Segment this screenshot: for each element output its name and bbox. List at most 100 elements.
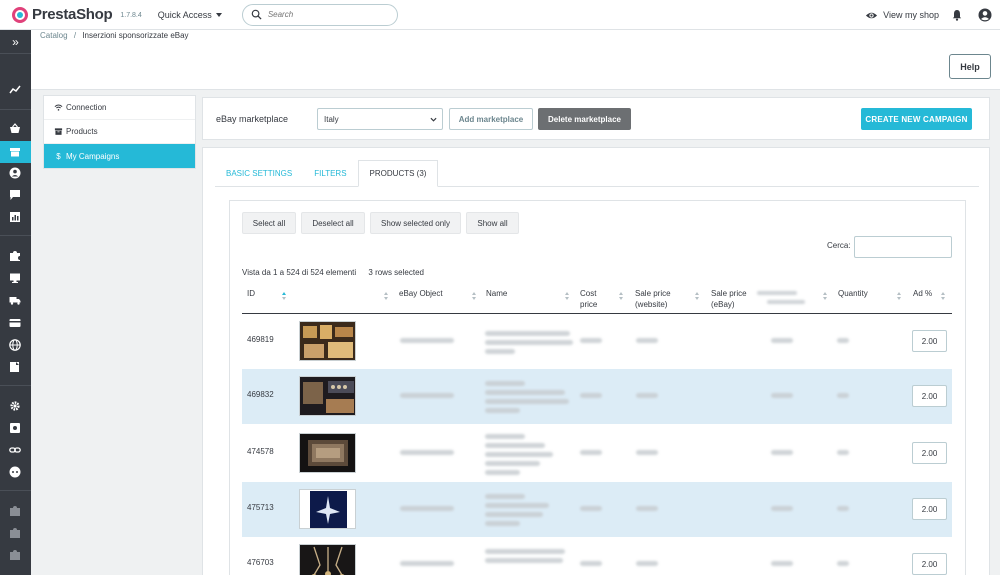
redacted-cost — [580, 338, 602, 343]
table-row[interactable]: 469819 2.00 — [242, 314, 952, 369]
redacted-name — [485, 434, 525, 439]
product-thumbnail — [299, 489, 356, 529]
table-info: Vista da 1 a 524 di 524 elementi 3 rows … — [242, 268, 434, 277]
show-all-button[interactable]: Show all — [466, 212, 519, 234]
version-label: 1.7.8.4 — [120, 12, 142, 19]
marketplace-select[interactable]: Italy — [317, 108, 443, 130]
col-ebay-object[interactable]: eBay Object — [399, 288, 443, 299]
sort-icon[interactable] — [472, 292, 477, 300]
row-id: 476703 — [247, 558, 274, 567]
messages-icon[interactable] — [9, 189, 21, 201]
gamepad-icon[interactable] — [9, 466, 21, 478]
sort-icon[interactable] — [695, 292, 700, 300]
products-panel: Select all Deselect all Show selected on… — [229, 200, 966, 575]
ad-percent-input[interactable]: 2.00 — [912, 498, 947, 520]
sort-icon[interactable] — [619, 292, 624, 300]
redacted-sale-web — [636, 338, 658, 343]
ad-percent-input[interactable]: 2.00 — [912, 330, 947, 352]
delete-marketplace-button[interactable]: Delete marketplace — [538, 108, 631, 130]
product-thumbnail — [299, 433, 356, 473]
sort-icon[interactable] — [384, 292, 389, 300]
redacted-name — [485, 399, 569, 404]
catalog-store-icon[interactable] — [9, 146, 21, 158]
col-name[interactable]: Name — [486, 288, 507, 299]
modules-puzzle-icon[interactable] — [9, 250, 21, 262]
ad-percent-input[interactable]: 2.00 — [912, 385, 947, 407]
menu-item-my-campaigns[interactable]: $ My Campaigns — [44, 144, 195, 168]
payment-card-icon[interactable] — [9, 317, 21, 329]
table-row[interactable]: 476703 2.00 — [242, 537, 952, 575]
help-button[interactable]: Help — [949, 54, 991, 79]
select-all-button[interactable]: Select all — [242, 212, 296, 234]
sort-icon[interactable] — [941, 292, 946, 300]
col-sale-price-ebay[interactable]: Sale price (eBay) — [711, 288, 747, 310]
tab-basic-settings[interactable]: BASIC SETTINGS — [215, 160, 303, 187]
ad-percent-input[interactable]: 2.00 — [912, 553, 947, 575]
sort-icon[interactable] — [897, 292, 902, 300]
table-row[interactable]: 469832 2.00 — [242, 369, 952, 424]
redacted-cost — [580, 506, 602, 511]
settings-gear-icon[interactable] — [9, 400, 21, 412]
table-row[interactable]: 475713 2.00 — [242, 482, 952, 537]
redacted-quantity — [837, 450, 849, 455]
ad-percent-input[interactable]: 2.00 — [912, 442, 947, 464]
marketplace-tag-icon[interactable] — [9, 361, 21, 373]
logo-text: PrestaShop — [32, 6, 113, 23]
table-header: ID eBay Object Name Cost price Sale pric… — [242, 282, 952, 314]
row-id: 469832 — [247, 390, 274, 399]
link-icon[interactable] — [9, 444, 21, 456]
menu-item-products[interactable]: Products — [44, 120, 195, 144]
orders-basket-icon[interactable] — [9, 123, 21, 135]
tab-products[interactable]: PRODUCTS (3) — [357, 160, 439, 187]
search-box[interactable] — [241, 3, 398, 26]
quick-access-dropdown[interactable]: Quick Access — [158, 10, 222, 20]
redacted-sale-web — [636, 506, 658, 511]
view-shop-link[interactable]: View my shop — [865, 9, 939, 22]
col-sale-price-website[interactable]: Sale price (website) — [635, 288, 671, 310]
redacted-sale-web — [636, 393, 658, 398]
international-globe-icon[interactable] — [9, 339, 21, 351]
redacted-ebay-object — [400, 338, 454, 343]
redacted-sale-ebay — [771, 338, 793, 343]
advanced-parameters-icon[interactable] — [9, 422, 21, 434]
redacted-name — [485, 349, 515, 354]
redacted-header — [767, 300, 805, 304]
dashboard-trend-icon[interactable] — [9, 84, 21, 96]
col-quantity[interactable]: Quantity — [838, 288, 868, 299]
create-campaign-button[interactable]: CREATE NEW CAMPAIGN — [861, 108, 972, 130]
module-side-menu: Connection Products $ My Campaigns — [43, 95, 196, 169]
breadcrumb-catalog-link[interactable]: Catalog — [40, 31, 68, 40]
redacted-sale-web — [636, 450, 658, 455]
sort-icon[interactable] — [823, 292, 828, 300]
col-ad-percent[interactable]: Ad % — [913, 288, 932, 299]
stats-icon[interactable] — [9, 211, 21, 223]
shipping-truck-icon[interactable] — [9, 294, 21, 306]
col-cost-price[interactable]: Cost price — [580, 288, 597, 310]
add-marketplace-button[interactable]: Add marketplace — [449, 108, 533, 130]
table-search-input[interactable] — [854, 236, 952, 258]
customers-icon[interactable] — [9, 167, 21, 179]
redacted-cost — [580, 450, 602, 455]
design-monitor-icon[interactable] — [9, 272, 21, 284]
top-header: PrestaShop 1.7.8.4 Quick Access View my … — [0, 0, 1000, 30]
module-puzzle-icon[interactable] — [9, 527, 21, 539]
col-id[interactable]: ID — [247, 288, 255, 299]
redacted-header — [757, 291, 797, 295]
sidebar-toggle-button[interactable]: » — [0, 30, 31, 54]
module-puzzle-icon[interactable] — [9, 505, 21, 517]
deselect-all-button[interactable]: Deselect all — [301, 212, 365, 234]
prestashop-logo[interactable]: PrestaShop — [12, 6, 113, 23]
module-puzzle-icon[interactable] — [9, 549, 21, 561]
show-selected-button[interactable]: Show selected only — [370, 212, 461, 234]
redacted-name — [485, 512, 543, 517]
sort-asc-icon[interactable] — [282, 292, 287, 300]
tab-filters[interactable]: FILTERS — [303, 160, 357, 187]
table-row[interactable]: 474578 2.00 — [242, 426, 952, 481]
user-account-icon[interactable] — [978, 8, 992, 22]
bell-icon[interactable] — [951, 9, 963, 21]
menu-item-connection[interactable]: Connection — [44, 96, 195, 120]
sort-icon[interactable] — [565, 292, 570, 300]
col-cost-price-line2: price — [580, 300, 598, 309]
search-input[interactable] — [267, 10, 388, 19]
row-id: 475713 — [247, 503, 274, 512]
